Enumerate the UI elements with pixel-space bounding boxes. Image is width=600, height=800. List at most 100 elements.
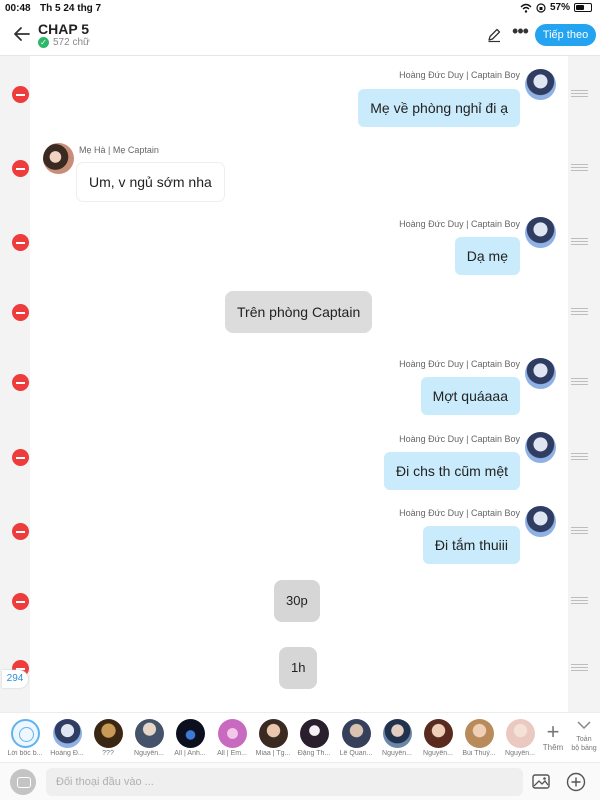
character-item[interactable]: Hoàng Đ... <box>49 719 85 757</box>
character-item[interactable]: Nguyễn... <box>131 719 167 757</box>
word-count: ✓ 572 chữ <box>38 37 90 48</box>
delete-message-button[interactable] <box>12 160 29 177</box>
character-name: Lê Quan... <box>339 750 373 757</box>
back-arrow-icon[interactable] <box>12 24 32 44</box>
delete-message-button[interactable] <box>12 234 29 251</box>
character-item[interactable]: All | Em... <box>214 719 250 757</box>
avatar <box>505 719 535 748</box>
avatar[interactable] <box>525 506 556 537</box>
battery-icon <box>574 3 592 12</box>
avatar <box>299 719 329 748</box>
editor-header: CHAP 5 ✓ 572 chữ ••• Tiếp theo <box>0 16 600 56</box>
avatar[interactable] <box>525 432 556 463</box>
message-bubble[interactable]: Đi tắm thuiii <box>422 526 520 564</box>
drag-handle-icon[interactable] <box>571 308 588 316</box>
character-name: Nguyễn... <box>382 750 412 757</box>
all-characters-button[interactable]: Toàn bộ bảng <box>568 717 600 753</box>
character-name: Nguyễn... <box>423 750 453 757</box>
character-item[interactable]: ??? <box>90 719 126 757</box>
more-icon[interactable]: ••• <box>510 22 530 44</box>
character-item[interactable]: Lời bốc b... <box>7 719 43 757</box>
avatar <box>258 719 288 748</box>
delete-message-button[interactable] <box>12 304 29 321</box>
character-name: All | Anh... <box>174 750 206 757</box>
avatar[interactable] <box>525 69 556 100</box>
character-name: Nguyễn... <box>505 750 535 757</box>
avatar <box>93 719 123 748</box>
avatar[interactable] <box>43 143 74 174</box>
chevron-down-icon <box>577 721 591 730</box>
delete-message-button[interactable] <box>12 523 29 540</box>
avatar <box>382 719 412 748</box>
message-bubble[interactable]: Mẹ về phòng nghỉ đi ạ <box>358 89 520 127</box>
character-item[interactable]: All | Anh... <box>172 719 208 757</box>
add-character-button[interactable]: + Thêm <box>540 719 566 753</box>
character-item[interactable]: Nguyễn... <box>379 719 415 757</box>
character-name: Hoàng Đ... <box>50 750 84 757</box>
all-characters-label-line2: bộ bảng <box>571 745 597 752</box>
drag-handle-icon[interactable] <box>571 238 588 246</box>
avatar <box>52 719 82 748</box>
narration-bubble[interactable]: Trên phòng Captain <box>225 291 373 333</box>
avatar <box>464 719 494 748</box>
message-count-badge: 294 <box>2 670 28 688</box>
drag-handle-icon[interactable] <box>571 164 588 172</box>
drag-handle-icon[interactable] <box>571 527 588 535</box>
character-item[interactable]: Lê Quan... <box>338 719 374 757</box>
continue-button[interactable]: Tiếp theo <box>535 24 596 46</box>
avatar <box>423 719 453 748</box>
character-name: All | Em... <box>217 750 247 757</box>
delete-message-button[interactable] <box>12 593 29 610</box>
character-item[interactable]: Miaa | Tg... <box>255 719 291 757</box>
message-sender: Hoàng Đức Duy | Captain Boy <box>399 70 520 80</box>
narration-bubble[interactable]: 30p <box>274 580 320 622</box>
delete-message-button[interactable] <box>12 449 29 466</box>
input-bar <box>0 762 600 800</box>
status-right: 57% <box>520 2 592 13</box>
rotation-lock-icon <box>536 2 546 13</box>
avatar[interactable] <box>525 358 556 389</box>
avatar <box>134 719 164 748</box>
character-name: Bùi Thuỳ... <box>462 750 496 757</box>
drag-handle-icon[interactable] <box>571 453 588 461</box>
chapter-title: CHAP 5 <box>38 21 90 37</box>
message-sender: Mẹ Hà | Mẹ Captain <box>79 145 159 155</box>
character-strip: Lời bốc b... Hoàng Đ... ??? Nguyễn... Al… <box>0 712 600 762</box>
character-name: Miaa | Tg... <box>255 750 291 757</box>
add-character-label: Thêm <box>542 743 564 752</box>
message-sender: Hoàng Đức Duy | Captain Boy <box>399 219 520 229</box>
status-date: Th 5 24 thg 7 <box>40 3 102 14</box>
character-item[interactable]: Bùi Thuỳ... <box>461 719 497 757</box>
narration-bubble[interactable]: 1h <box>279 647 318 689</box>
word-count-text: 572 chữ <box>53 37 90 48</box>
plus-icon: + <box>546 719 560 744</box>
wifi-icon <box>520 3 532 13</box>
image-icon[interactable] <box>532 774 550 789</box>
character-item[interactable]: Đặng Th... <box>296 719 332 757</box>
avatar[interactable] <box>525 217 556 248</box>
chat-bubble-icon[interactable] <box>10 769 36 795</box>
character-name: Đặng Th... <box>297 750 331 757</box>
edit-pencil-icon[interactable] <box>486 27 502 43</box>
status-bar: 00:48 Th 5 24 thg 7 57% <box>0 0 600 16</box>
drag-handle-icon[interactable] <box>571 597 588 605</box>
character-name: Nguyễn... <box>134 750 164 757</box>
drag-handle-icon[interactable] <box>571 664 588 672</box>
message-bubble[interactable]: Um, v ngủ sớm nha <box>77 163 224 201</box>
delete-message-button[interactable] <box>12 374 29 391</box>
delete-message-button[interactable] <box>12 86 29 103</box>
avatar <box>341 719 371 748</box>
message-bubble[interactable]: Mợt quáaaa <box>420 377 520 415</box>
battery-percent: 57% <box>549 2 570 13</box>
drag-handle-icon[interactable] <box>571 378 588 386</box>
message-bubble[interactable]: Dạ mẹ <box>454 237 520 275</box>
character-item[interactable]: Nguyễn... <box>502 719 538 757</box>
message-sender: Hoàng Đức Duy | Captain Boy <box>399 508 520 518</box>
character-name: ??? <box>102 750 114 757</box>
avatar <box>217 719 247 748</box>
dialogue-input[interactable] <box>46 768 523 796</box>
add-circle-icon[interactable] <box>566 772 586 792</box>
drag-handle-icon[interactable] <box>571 90 588 98</box>
message-bubble[interactable]: Đi chs th cũm mệt <box>383 452 520 490</box>
character-item[interactable]: Nguyễn... <box>420 719 456 757</box>
